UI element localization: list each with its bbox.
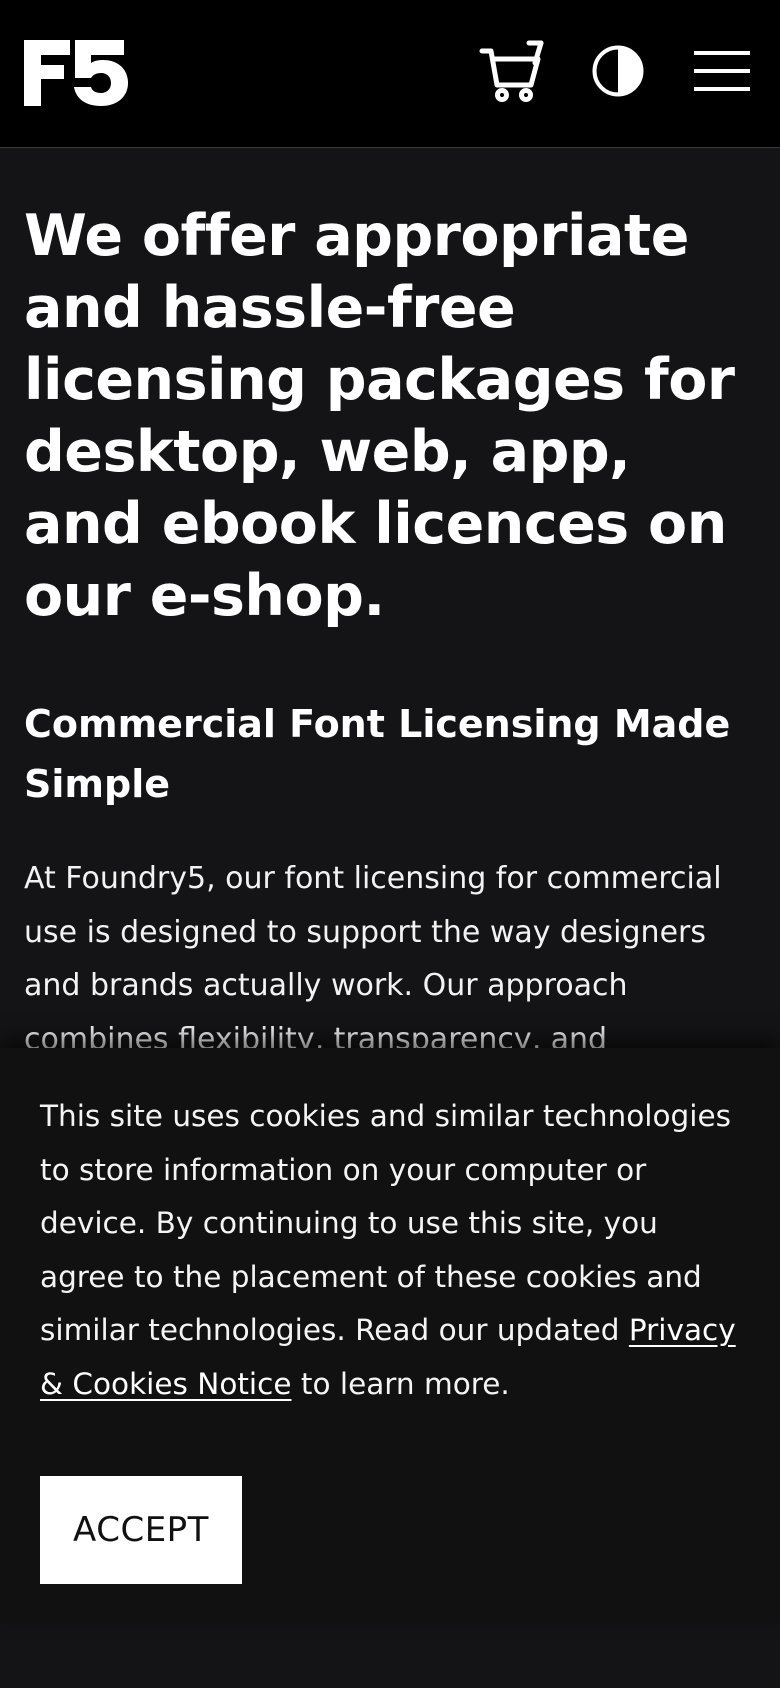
cookie-banner: This site uses cookies and similar techn… bbox=[0, 1048, 780, 1624]
contrast-toggle-icon bbox=[591, 44, 645, 102]
f5-logo[interactable] bbox=[24, 40, 128, 106]
hero-heading: We offer appropriate and hassle-free lic… bbox=[24, 203, 735, 629]
menu-button[interactable] bbox=[692, 40, 752, 106]
theme-toggle-button[interactable] bbox=[590, 40, 646, 106]
accept-cookies-button[interactable]: ACCEPT bbox=[40, 1476, 242, 1584]
hamburger-menu-icon bbox=[693, 49, 751, 97]
site-header bbox=[0, 0, 780, 148]
cookie-text-before-link: This site uses cookies and similar techn… bbox=[40, 1099, 731, 1347]
page: We offer appropriate and hassle-free lic… bbox=[0, 0, 780, 1688]
cart-button[interactable] bbox=[478, 40, 546, 106]
cookie-message: This site uses cookies and similar techn… bbox=[40, 1090, 750, 1411]
cookie-text-after-link: to learn more. bbox=[291, 1366, 510, 1401]
section-subheading: Commercial Font Licensing Made Simple bbox=[24, 702, 731, 806]
cart-icon bbox=[479, 39, 545, 107]
